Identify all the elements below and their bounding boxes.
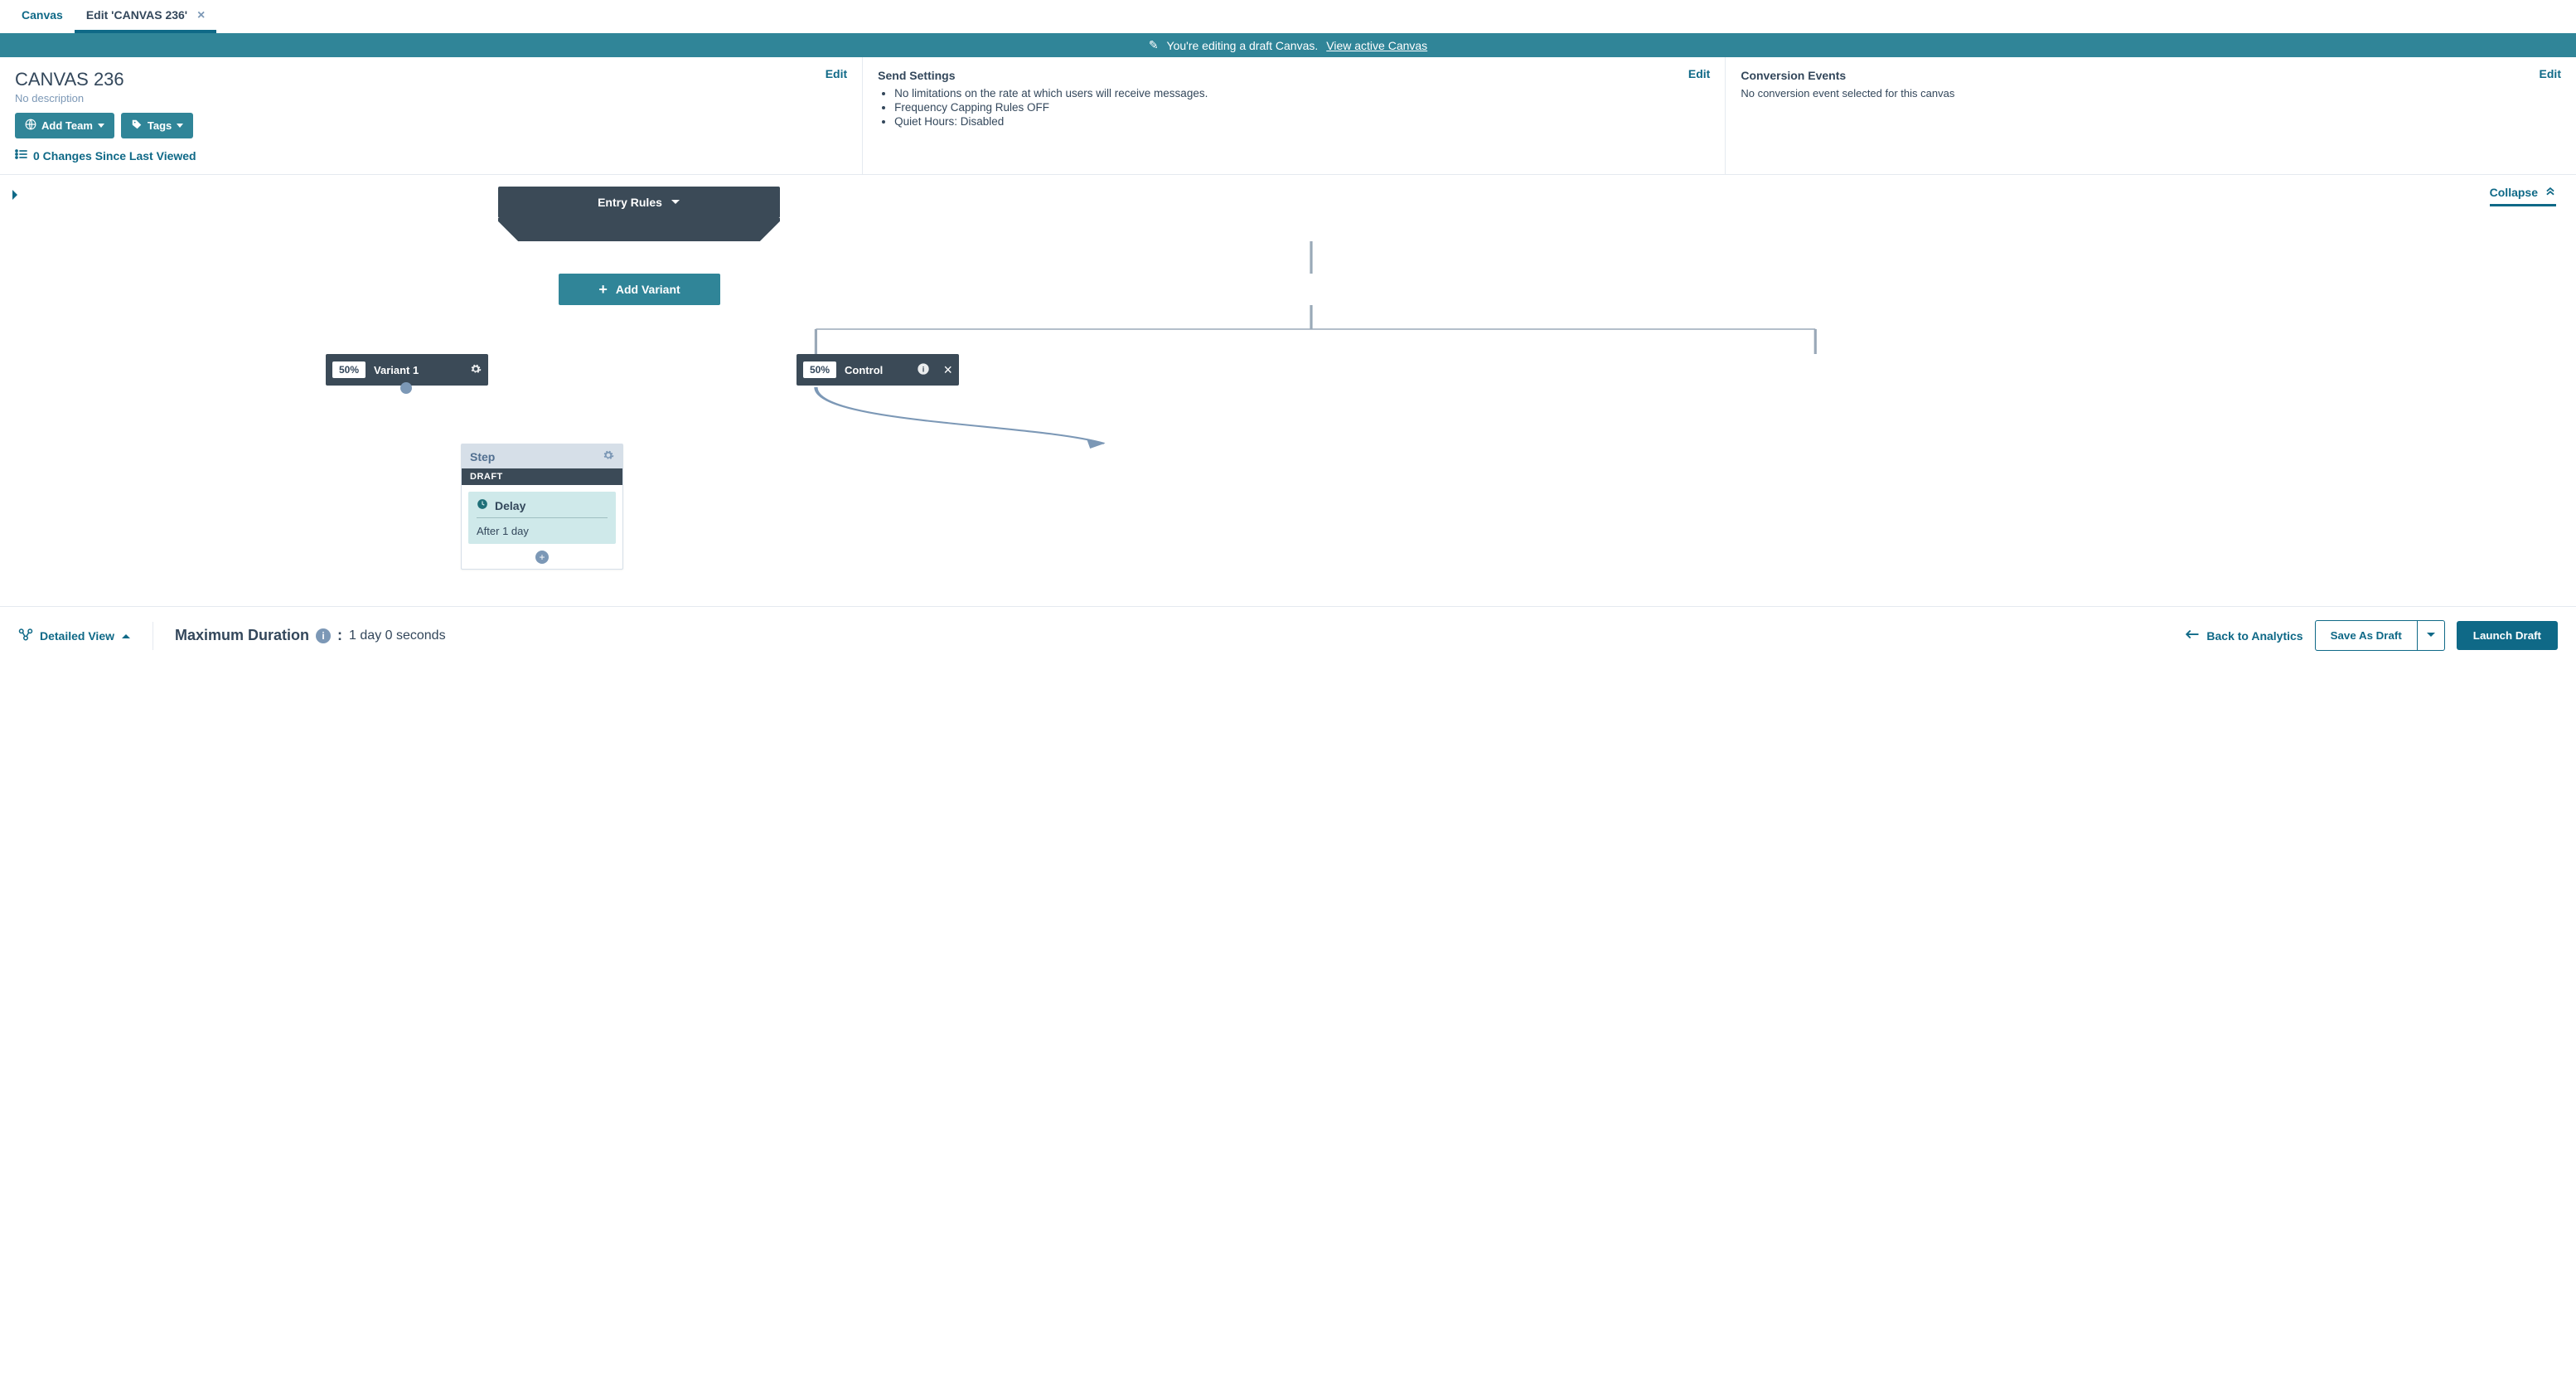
step-card[interactable]: Step DRAFT Delay After 1 day + <box>461 444 623 570</box>
maximum-duration-label: Maximum Duration <box>175 627 309 644</box>
chevron-down-icon <box>98 124 104 128</box>
chevron-up-icon <box>121 629 131 643</box>
control-node[interactable]: 50% Control i × <box>797 354 959 386</box>
canvas-workspace: Collapse Entry Rules + Add Variant 50 <box>0 175 2576 606</box>
tags-button[interactable]: Tags <box>121 113 193 138</box>
entry-rules-node[interactable]: Entry Rules <box>498 187 780 218</box>
info-icon[interactable]: i <box>316 628 331 643</box>
add-variant-label: Add Variant <box>616 283 680 296</box>
canvas-no-description: No description <box>15 92 847 104</box>
chevron-down-icon <box>671 196 680 209</box>
banner-text: You're editing a draft Canvas. <box>1167 39 1319 52</box>
save-as-draft-button[interactable]: Save As Draft <box>2315 620 2418 651</box>
add-team-label: Add Team <box>41 119 93 132</box>
step-draft-badge: DRAFT <box>462 468 622 485</box>
step-title: Step <box>470 450 495 463</box>
maximum-duration: Maximum Duration i : 1 day 0 seconds <box>175 627 446 644</box>
add-step-button[interactable]: + <box>535 551 549 564</box>
edit-send-settings-link[interactable]: Edit <box>1688 67 1710 80</box>
maximum-duration-sep: : <box>337 627 342 644</box>
back-to-analytics-label: Back to Analytics <box>2206 629 2302 643</box>
close-icon[interactable]: × <box>943 361 952 379</box>
conversion-events-desc: No conversion event selected for this ca… <box>1741 87 2561 99</box>
delay-label: Delay <box>495 499 525 512</box>
add-variant-button[interactable]: + Add Variant <box>559 274 720 305</box>
close-tab-icon[interactable]: × <box>197 8 205 22</box>
tab-edit-label: Edit 'CANVAS 236' <box>86 8 187 22</box>
canvas-title: CANVAS 236 <box>15 69 847 90</box>
canvas-info-panel: Edit CANVAS 236 No description Add Team … <box>0 57 863 174</box>
edit-canvas-info-link[interactable]: Edit <box>826 67 847 80</box>
tag-icon <box>131 119 143 133</box>
view-active-canvas-link[interactable]: View active Canvas <box>1326 39 1427 52</box>
tab-canvas[interactable]: Canvas <box>10 0 75 30</box>
conversion-events-panel: Edit Conversion Events No conversion eve… <box>1726 57 2576 174</box>
send-settings-item: Frequency Capping Rules OFF <box>894 101 1710 114</box>
changes-label: 0 Changes Since Last Viewed <box>33 149 196 163</box>
entry-rules-label: Entry Rules <box>598 196 662 209</box>
svg-text:i: i <box>922 365 925 373</box>
maximum-duration-value: 1 day 0 seconds <box>349 628 446 643</box>
send-settings-item: No limitations on the rate at which user… <box>894 87 1710 99</box>
tabs: Canvas Edit 'CANVAS 236' × <box>0 0 2576 33</box>
expand-sidebar-button[interactable] <box>10 188 20 206</box>
canvas-area[interactable]: Entry Rules + Add Variant 50% Variant 1 … <box>46 175 2576 606</box>
entry-rules-notch <box>498 218 780 241</box>
clock-icon <box>477 498 488 512</box>
delay-box[interactable]: Delay After 1 day <box>468 492 616 544</box>
control-name: Control <box>845 364 883 376</box>
detailed-view-label: Detailed View <box>40 629 114 643</box>
variant-1-name: Variant 1 <box>374 364 419 376</box>
tags-label: Tags <box>148 119 172 132</box>
back-to-analytics-link[interactable]: Back to Analytics <box>2185 628 2302 643</box>
list-icon <box>15 148 28 163</box>
chevron-down-icon <box>177 124 183 128</box>
draft-banner: ✎ You're editing a draft Canvas. View ac… <box>0 33 2576 57</box>
detailed-view-toggle[interactable]: Detailed View <box>18 628 131 643</box>
gear-icon[interactable] <box>470 363 482 377</box>
send-settings-list: No limitations on the rate at which user… <box>878 87 1710 128</box>
pencil-icon: ✎ <box>1149 38 1159 52</box>
info-icon[interactable]: i <box>917 362 930 378</box>
edit-conversion-events-link[interactable]: Edit <box>2540 67 2561 80</box>
tab-edit-canvas[interactable]: Edit 'CANVAS 236' × <box>75 0 217 30</box>
footer: Detailed View Maximum Duration i : 1 day… <box>0 606 2576 664</box>
arrow-left-icon <box>2185 628 2200 643</box>
chevron-down-icon <box>2426 629 2436 642</box>
conversion-events-header: Conversion Events <box>1741 69 2561 82</box>
step-header: Step <box>462 444 622 468</box>
save-as-draft-more-button[interactable] <box>2418 620 2445 651</box>
variant-1-node[interactable]: 50% Variant 1 <box>326 354 488 386</box>
add-team-button[interactable]: Add Team <box>15 113 114 138</box>
globe-icon <box>25 119 36 133</box>
changes-since-viewed-link[interactable]: 0 Changes Since Last Viewed <box>15 148 847 163</box>
nodes-icon <box>18 628 33 643</box>
send-settings-header: Send Settings <box>878 69 1710 82</box>
info-row: Edit CANVAS 236 No description Add Team … <box>0 57 2576 175</box>
variant-1-pct: 50% <box>332 361 366 378</box>
send-settings-item: Quiet Hours: Disabled <box>894 115 1710 128</box>
delay-body: After 1 day <box>477 518 608 537</box>
plus-icon: + <box>598 281 608 298</box>
gear-icon[interactable] <box>603 449 614 463</box>
control-pct: 50% <box>803 361 836 378</box>
connector-start-dot <box>400 382 412 394</box>
send-settings-panel: Edit Send Settings No limitations on the… <box>863 57 1726 174</box>
launch-draft-button[interactable]: Launch Draft <box>2457 621 2558 650</box>
